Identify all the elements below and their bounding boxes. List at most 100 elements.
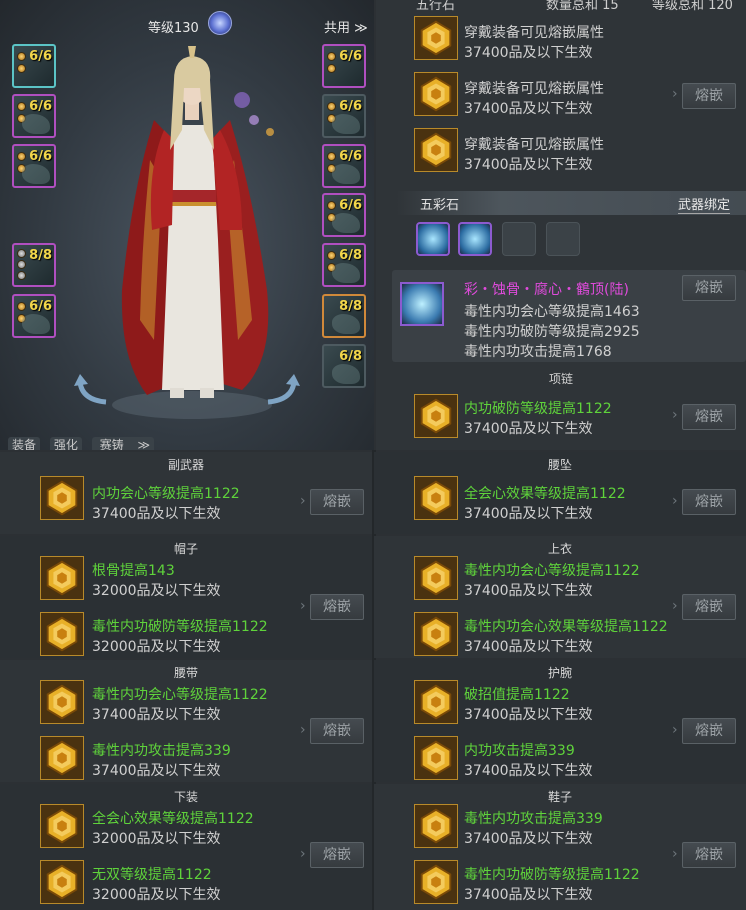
equip-slot-right-2[interactable]: 6/6 [322, 94, 366, 138]
gem-stone-icon[interactable] [414, 612, 458, 656]
equip-slot-left-4[interactable]: 8/8 [12, 243, 56, 287]
slot-count: 6/6 [29, 149, 52, 164]
wuxing-stone-icon[interactable] [414, 128, 458, 172]
fuse-button[interactable]: 熔嵌 [682, 275, 736, 301]
wuxing-stone-icon[interactable] [414, 72, 458, 116]
equip-slot-left-2[interactable]: 6/6 [12, 94, 56, 138]
five-color-slot-2[interactable] [458, 222, 492, 256]
five-color-stone-icon[interactable] [400, 282, 444, 326]
wuxing-header: 五行石 数量总和 15 等级总和 120 [416, 0, 733, 13]
fuse-button[interactable]: 熔嵌 [682, 718, 736, 744]
equip-slot-right-1[interactable]: 6/6 [322, 44, 366, 88]
slot-cell-shoes: 鞋子 毒性内功攻击提高339 37400品及以下生效 毒性内功破防等级提高112… [374, 784, 746, 910]
item-silhouette [332, 164, 360, 184]
wuxing-stone-panel: 五行石 数量总和 15 等级总和 120 穿戴装备可见熔嵌属性 37400品及以… [376, 0, 746, 450]
item-requirement: 32000品及以下生效 [92, 831, 221, 847]
gem-dot-icon [17, 52, 26, 61]
gem-stone-icon[interactable] [40, 476, 84, 520]
wuxing-stone-icon[interactable] [414, 16, 458, 60]
item-requirement: 37400品及以下生效 [464, 831, 593, 847]
item-effect: 根骨提高143 [92, 563, 175, 579]
stone-effect-line: 毒性内功破防等级提高2925 [464, 324, 640, 340]
gem-stone-icon[interactable] [40, 612, 84, 656]
equip-slot-right-5[interactable]: 6/8 [322, 243, 366, 287]
slot-count: 6/6 [29, 99, 52, 114]
character-model [112, 46, 274, 419]
gem-stone-icon[interactable] [414, 804, 458, 848]
gem-dot-icon [327, 152, 336, 161]
tab-enhance[interactable]: 强化 [49, 437, 82, 450]
gem-stone-icon[interactable] [40, 860, 84, 904]
five-color-slot-3[interactable] [502, 222, 536, 256]
equip-slot-left-5[interactable]: 6/6 [12, 294, 56, 338]
fuse-button[interactable]: 熔嵌 [682, 404, 736, 430]
gem-stone-icon[interactable] [414, 680, 458, 724]
gem-stone-icon[interactable] [40, 804, 84, 848]
gem-stone-icon[interactable] [40, 680, 84, 724]
chevron-right-icon: › [672, 846, 678, 862]
rotate-right-icon[interactable] [262, 370, 302, 410]
item-silhouette [332, 213, 360, 233]
fuse-button[interactable]: 熔嵌 [310, 842, 364, 868]
item-requirement: 37400品及以下生效 [464, 639, 593, 655]
slot-count: 6/6 [29, 299, 52, 314]
slot-title: 腰坠 [547, 458, 572, 472]
gem-stone-icon[interactable] [414, 860, 458, 904]
fuse-button[interactable]: 熔嵌 [682, 83, 736, 109]
slot-cell-offhand: 副武器 内功会心等级提高1122 37400品及以下生效 › 熔嵌 [0, 452, 372, 534]
item-effect: 毒性内功破防等级提高1122 [92, 619, 268, 635]
item-requirement: 37400品及以下生效 [464, 506, 593, 522]
stone-effect-line: 毒性内功会心等级提高1463 [464, 304, 640, 320]
shared-button[interactable]: 共用 ≫ [324, 17, 368, 36]
fuse-button[interactable]: 熔嵌 [310, 718, 364, 744]
gem-stone-icon[interactable] [414, 736, 458, 780]
gem-dot-icon [17, 302, 26, 311]
fuse-button[interactable]: 熔嵌 [682, 842, 736, 868]
tab-forge[interactable]: 赛铸 ≫ [91, 437, 155, 450]
slot-cell-top: 上衣 毒性内功会心等级提高1122 37400品及以下生效 毒性内功会心效果等级… [374, 536, 746, 658]
gem-dot-icon [327, 102, 336, 111]
gem-stone-icon[interactable] [414, 556, 458, 600]
item-requirement: 32000品及以下生效 [92, 583, 221, 599]
stone-effect-line: 毒性内功攻击提高1768 [464, 344, 612, 360]
slot-count: 6/6 [339, 198, 362, 213]
gem-dot-icon [17, 102, 26, 111]
tab-equip[interactable]: 装备 [8, 437, 41, 450]
item-effect: 穿戴装备可见熔嵌属性 [464, 137, 604, 153]
item-effect: 破招值提高1122 [464, 687, 570, 703]
character-panel: 等级130 共用 ≫ 6/6 6/6 6/6 8/8 6/6 6/6 6/6 6… [0, 0, 374, 450]
item-requirement: 37400品及以下生效 [464, 763, 593, 779]
five-color-slot-1[interactable] [416, 222, 450, 256]
fuse-button[interactable]: 熔嵌 [682, 594, 736, 620]
item-silhouette [22, 164, 50, 184]
gem-stone-icon[interactable] [414, 394, 458, 438]
gem-stone-icon[interactable] [40, 736, 84, 780]
gem-dot-icon [17, 260, 26, 269]
equip-slot-right-3[interactable]: 6/6 [322, 144, 366, 188]
fuse-button[interactable]: 熔嵌 [682, 489, 736, 515]
equip-slot-right-7[interactable]: 6/8 [322, 344, 366, 388]
chevron-right-icon: › [672, 86, 678, 102]
fuse-button[interactable]: 熔嵌 [310, 489, 364, 515]
slot-cell-pants: 下装 全会心效果等级提高1122 32000品及以下生效 无双等级提高1122 … [0, 784, 372, 910]
gem-stone-icon[interactable] [414, 476, 458, 520]
weapon-bind-link[interactable]: 武器绑定 [677, 194, 730, 214]
item-requirement: 37400品及以下生效 [92, 506, 221, 522]
item-requirement: 37400品及以下生效 [92, 763, 221, 779]
chevron-right-icon: › [672, 722, 678, 738]
equip-slot-left-1[interactable]: 6/6 [12, 44, 56, 88]
equip-slot-left-3[interactable]: 6/6 [12, 144, 56, 188]
equip-slot-right-4[interactable]: 6/6 [322, 193, 366, 237]
count-total: 数量总和 15 [546, 0, 619, 13]
item-effect: 毒性内功会心等级提高1122 [464, 563, 640, 579]
item-requirement: 32000品及以下生效 [92, 639, 221, 655]
level-emblem-icon [208, 11, 232, 35]
gem-stone-icon[interactable] [40, 556, 84, 600]
rotate-left-icon[interactable] [72, 370, 112, 410]
item-effect: 毒性内功破防等级提高1122 [464, 867, 640, 883]
five-color-slot-4[interactable] [546, 222, 580, 256]
item-silhouette [22, 314, 50, 334]
equip-slot-right-6[interactable]: 8/8 [322, 294, 366, 338]
fuse-button[interactable]: 熔嵌 [310, 594, 364, 620]
chevron-right-icon: › [672, 598, 678, 614]
